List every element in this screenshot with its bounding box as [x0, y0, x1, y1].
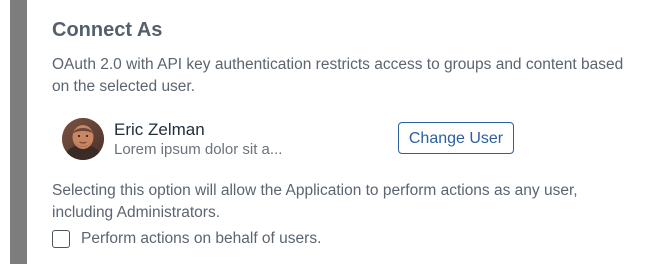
avatar-photo-icon	[62, 118, 104, 160]
selection-note: Selecting this option will allow the App…	[52, 182, 578, 221]
user-subtext: Lorem ipsum dolor sit a...	[114, 141, 283, 158]
change-user-button[interactable]: Change User	[398, 122, 514, 154]
connect-as-panel: Connect As OAuth 2.0 with API key authen…	[0, 0, 668, 264]
section-description: OAuth 2.0 with API key authentication re…	[52, 56, 624, 95]
left-accent-rail	[10, 0, 27, 264]
panel-content: Connect As OAuth 2.0 with API key authen…	[52, 0, 644, 264]
perform-actions-label: Perform actions on behalf of users.	[81, 230, 322, 247]
section-title: Connect As	[52, 19, 163, 41]
perform-actions-checkbox[interactable]	[52, 230, 70, 248]
perform-actions-option[interactable]: Perform actions on behalf of users.	[52, 229, 452, 251]
user-avatar	[62, 118, 104, 160]
user-name: Eric Zelman	[114, 120, 205, 139]
